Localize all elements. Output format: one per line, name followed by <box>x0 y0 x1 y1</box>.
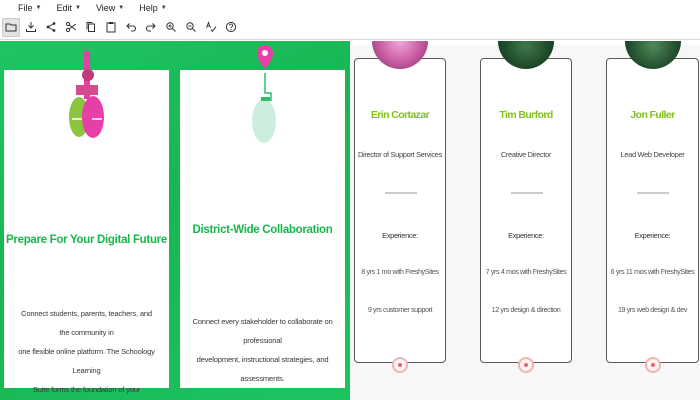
divider <box>637 192 669 194</box>
copy-icon <box>86 22 95 32</box>
person-name: Erin Cortazar <box>370 109 430 121</box>
menu-bar: File ▼ Edit ▼ View ▼ Help ▼ <box>0 0 700 15</box>
open-folder-icon <box>5 23 17 32</box>
cut-button[interactable] <box>62 18 80 37</box>
avatar <box>624 41 681 69</box>
toolbar <box>0 15 700 40</box>
experience-line: 12 yrs design & direction <box>491 305 561 314</box>
feature-card-collaboration: District-Wide Collaboration Connect ever… <box>180 45 345 388</box>
person-name: Jon Fuller <box>630 109 675 121</box>
experience-line: 9 yrs customer support <box>367 305 433 314</box>
help-icon <box>225 21 237 33</box>
redo-button[interactable] <box>142 18 160 37</box>
feature-description: Connect every stakeholder to collaborate… <box>192 312 333 388</box>
students-illustration-icon <box>69 51 104 138</box>
divider <box>511 192 543 194</box>
copy-button[interactable] <box>82 18 100 37</box>
feature-card-digital-future: Prepare For Your Digital Future Connect … <box>4 51 169 394</box>
zoom-out-button[interactable] <box>182 18 200 37</box>
menu-edit-label: Edit <box>56 2 72 13</box>
share-button[interactable] <box>42 18 60 37</box>
menu-file-label: File <box>18 2 33 13</box>
feature-description-line: one flexible online platform. The School… <box>18 347 155 375</box>
menu-help[interactable]: Help ▼ <box>139 3 166 13</box>
feature-description: Connect students, parents, teachers, and… <box>16 304 157 400</box>
experience-line: 19 yrs web design & dev <box>617 305 688 314</box>
social-icon <box>650 363 655 367</box>
person-role: Creative Director <box>500 150 552 159</box>
person-role: Lead Web Developer <box>620 150 685 159</box>
features-section: Prepare For Your Digital Future Connect … <box>0 41 350 400</box>
location-pin-illustration-icon <box>252 45 276 143</box>
avatar <box>372 41 428 69</box>
social-icon <box>524 363 528 367</box>
social-link-button[interactable] <box>392 357 408 373</box>
web-content: Prepare For Your Digital Future Connect … <box>0 41 700 400</box>
team-card-erin-cortazar: Erin Cortazar Director of Support Servic… <box>354 41 446 373</box>
paste-icon <box>106 22 116 33</box>
experience-line: 8 yrs 1 mo with FreshySites <box>361 267 439 276</box>
chevron-down-icon: ▼ <box>74 4 81 11</box>
social-link-button[interactable] <box>518 357 534 373</box>
feature-title: Prepare For Your Digital Future <box>6 234 167 246</box>
avatar <box>498 41 554 69</box>
menu-edit[interactable]: Edit ▼ <box>56 3 80 13</box>
redo-icon <box>145 23 156 32</box>
menu-view[interactable]: View ▼ <box>96 3 124 13</box>
zoom-in-button[interactable] <box>162 18 180 37</box>
help-button[interactable] <box>222 18 240 37</box>
social-icon <box>398 363 402 367</box>
feature-description-line: development, instructional strategies, a… <box>196 355 329 383</box>
open-button[interactable] <box>2 17 20 37</box>
menu-help-label: Help <box>139 2 158 13</box>
experience-line: 7 yrs 4 mos with FreshySites <box>485 267 567 276</box>
menu-view-label: View <box>95 2 116 13</box>
paste-button[interactable] <box>102 18 120 37</box>
cut-icon <box>65 21 77 33</box>
share-icon <box>46 22 56 32</box>
spellcheck-icon <box>206 21 217 33</box>
undo-icon <box>126 23 137 32</box>
zoom-in-icon <box>166 22 176 32</box>
social-link-button[interactable] <box>644 357 661 373</box>
person-name: Tim Burford <box>499 109 553 121</box>
feature-description-line: Connect students, parents, teachers, and… <box>21 309 152 337</box>
chevron-down-icon: ▼ <box>160 4 167 11</box>
feature-description-line: Suite forms the foundation of your conne… <box>32 385 141 394</box>
experience-label: Experience: <box>634 231 671 240</box>
download-icon <box>26 22 36 32</box>
feature-title: District-Wide Collaboration <box>192 224 333 236</box>
spellcheck-button[interactable] <box>202 18 220 37</box>
undo-button[interactable] <box>122 18 140 37</box>
download-button[interactable] <box>22 18 40 37</box>
team-card-jon-fuller: Jon Fuller Lead Web Developer Experience… <box>606 41 699 373</box>
divider <box>385 192 417 194</box>
chevron-down-icon: ▼ <box>118 4 125 11</box>
team-card-tim-burford: Tim Burford Creative Director Experience… <box>480 41 572 373</box>
team-section: Erin Cortazar Director of Support Servic… <box>350 41 700 400</box>
menu-file[interactable]: File ▼ <box>18 3 41 13</box>
zoom-out-icon <box>186 22 196 32</box>
experience-label: Experience: <box>382 231 418 240</box>
experience-line: 6 yrs 11 mos with FreshySites <box>610 267 695 276</box>
chevron-down-icon: ▼ <box>35 4 42 11</box>
experience-label: Experience: <box>508 231 544 240</box>
person-role: Director of Support Services <box>357 150 443 159</box>
feature-description-line: Connect every stakeholder to collaborate… <box>192 317 333 345</box>
